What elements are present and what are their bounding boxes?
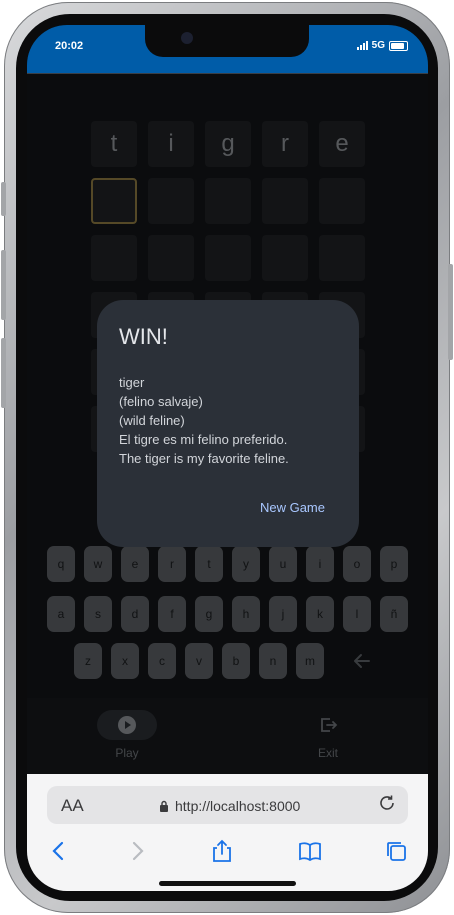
forward-button[interactable] [123,836,153,866]
book-icon [299,842,321,861]
share-icon [213,839,231,862]
win-dialog: WIN! tiger (felino salvaje) (wild feline… [97,300,359,547]
phone-power-button [448,264,453,360]
share-button[interactable] [207,836,237,866]
dialog-example-es: El tigre es mi felino preferido. [119,432,288,447]
tabs-icon [387,842,406,861]
phone-screen: 20:02 5G tigre qwertyuiop asdfghjklñ zxc… [27,25,428,891]
browser-toolbar [27,836,428,866]
status-time: 20:02 [55,40,84,52]
chevron-right-icon [132,841,144,861]
phone-volume-up [1,250,6,320]
phone-side-button [1,182,6,216]
tabs-button[interactable] [381,836,411,866]
camera-icon [181,32,193,44]
dialog-body: tiger (felino salvaje) (wild feline) El … [119,373,289,468]
status-bar: 20:02 5G [27,25,428,73]
home-indicator [159,881,296,886]
network-label: 5G [371,40,385,51]
bookmarks-button[interactable] [295,836,325,866]
text-size-button[interactable]: AA [61,796,84,816]
dialog-title: WIN! [119,324,168,349]
url-text: http://localhost:8000 [175,798,301,814]
battery-icon [389,40,408,51]
notch [145,25,309,57]
dialog-example-en: The tiger is my favorite feline. [119,451,289,466]
lock-icon [160,800,168,812]
signal-icon [356,41,368,50]
dialog-word: tiger [119,375,145,390]
status-indicators: 5G [356,40,408,51]
phone-volume-down [1,338,6,408]
browser-bar: AA http://localhost:8000 [27,774,428,891]
back-button[interactable] [43,836,73,866]
url-display: http://localhost:8000 [159,798,300,814]
address-bar[interactable]: AA http://localhost:8000 [47,786,408,824]
dialog-definition-es: (felino salvaje) [119,394,203,409]
new-game-button[interactable]: New Game [260,500,325,515]
text-size-label: AA [61,796,84,815]
dialog-definition-en: (wild feline) [119,413,185,428]
chevron-left-icon [52,841,64,861]
reload-button[interactable] [378,794,396,817]
reload-icon [380,795,394,810]
